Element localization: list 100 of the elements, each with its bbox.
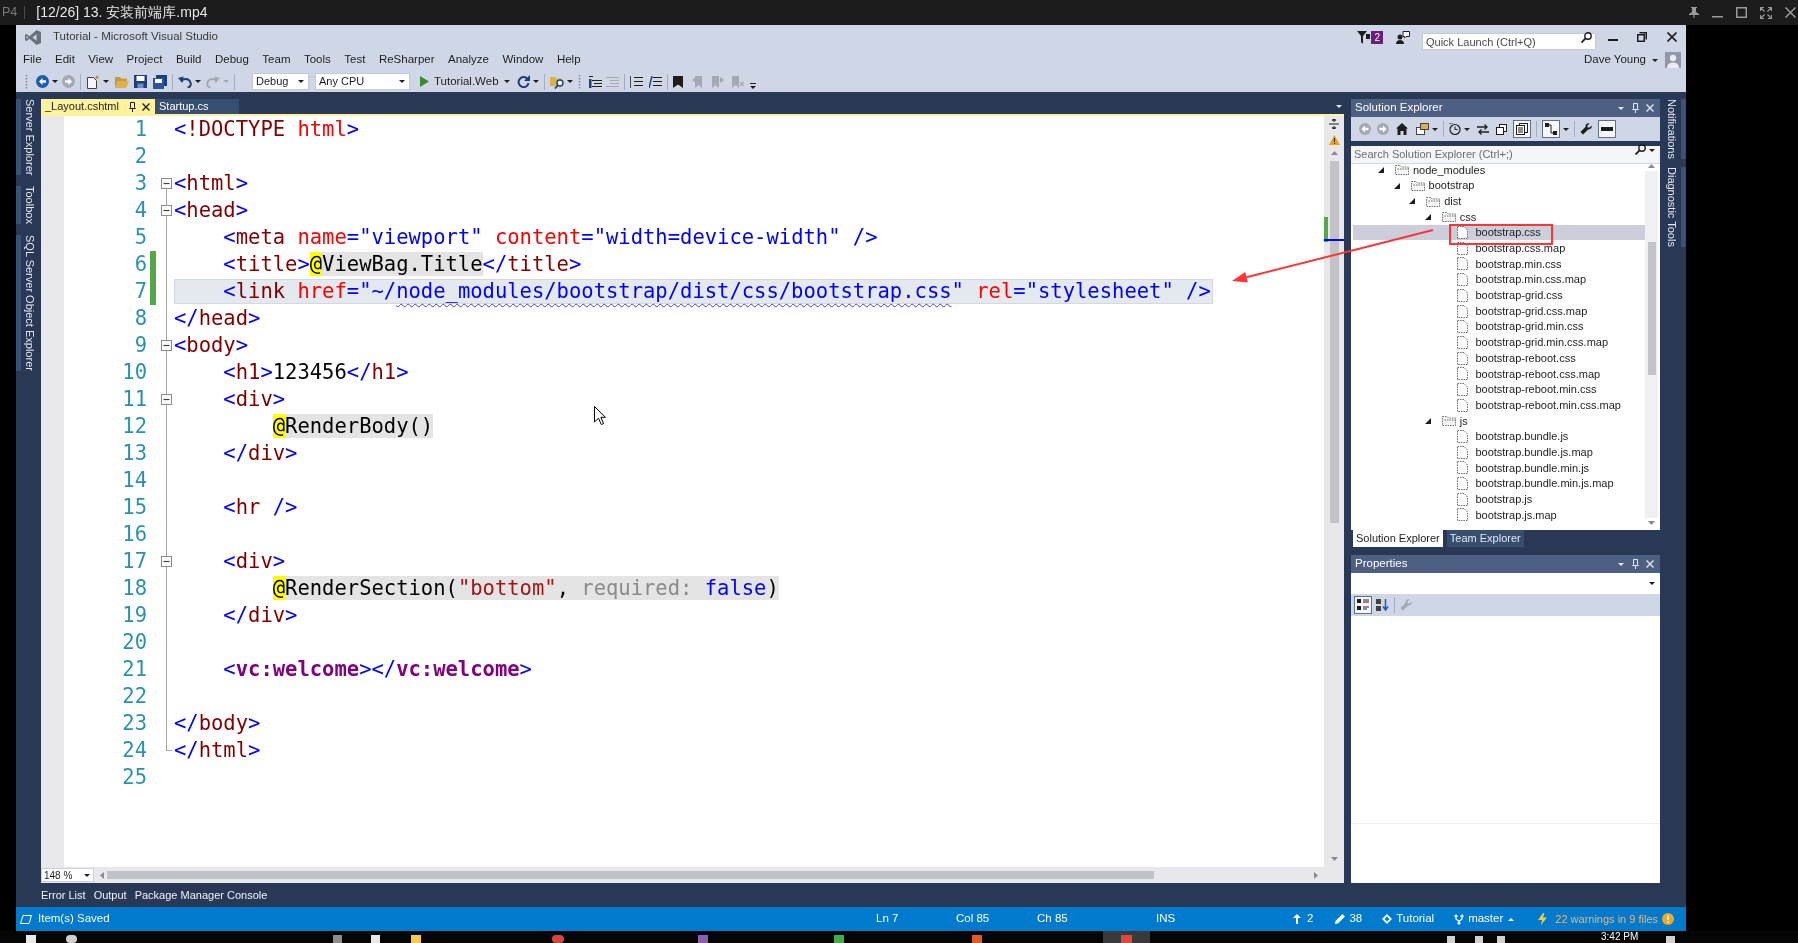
expanded-arrow-icon[interactable] bbox=[1424, 213, 1431, 220]
pin-icon[interactable] bbox=[1689, 7, 1699, 18]
menu-item[interactable]: View bbox=[88, 51, 114, 69]
caret-icon[interactable] bbox=[1563, 127, 1569, 131]
side-tab[interactable]: Diagnostic Tools bbox=[1663, 166, 1686, 247]
diamond-icon[interactable] bbox=[1382, 914, 1393, 924]
menu-item[interactable]: Analyze bbox=[448, 51, 489, 69]
fold-minus-icon[interactable] bbox=[160, 556, 172, 567]
menu-item[interactable]: Debug bbox=[214, 51, 249, 69]
toggle-button[interactable] bbox=[1513, 120, 1531, 138]
stacked-squares-icon[interactable] bbox=[1496, 123, 1507, 135]
folder-search-icon[interactable] bbox=[549, 74, 565, 89]
menu-item[interactable]: ReSharper bbox=[378, 51, 435, 69]
new-document-icon[interactable] bbox=[86, 74, 100, 89]
undo-icon[interactable] bbox=[178, 75, 192, 88]
tool-tab[interactable]: Error List bbox=[41, 886, 86, 904]
menu-item[interactable]: Window bbox=[502, 51, 544, 69]
tree-item[interactable]: bootstrap-grid.min.css.map bbox=[1353, 334, 1645, 351]
tree-item[interactable]: bootstrap.bundle.js bbox=[1353, 428, 1645, 445]
vertical-scrollbar[interactable] bbox=[1324, 116, 1344, 867]
fold-minus-icon[interactable] bbox=[160, 340, 172, 351]
scrollbar-thumb[interactable] bbox=[1647, 242, 1656, 375]
tree-item[interactable]: bootstrap-grid.css bbox=[1353, 287, 1645, 304]
tree-item[interactable]: dist bbox=[1353, 193, 1645, 210]
expanded-arrow-icon[interactable] bbox=[1409, 198, 1416, 205]
caret-icon[interactable] bbox=[1649, 149, 1655, 152]
toggle-button[interactable] bbox=[1542, 120, 1560, 138]
tree-item[interactable]: bootstrap-reboot.min.css.map bbox=[1353, 397, 1645, 413]
caret-icon[interactable] bbox=[1652, 58, 1658, 62]
branch-name[interactable]: master bbox=[1468, 910, 1504, 928]
pending-commits-count[interactable]: 2 bbox=[1307, 910, 1314, 928]
scroll-down-icon[interactable] bbox=[1330, 857, 1338, 861]
pencil-icon[interactable] bbox=[1335, 914, 1346, 924]
fold-minus-icon[interactable] bbox=[160, 205, 172, 216]
split-handle-icon[interactable] bbox=[1329, 119, 1339, 129]
caret-icon[interactable] bbox=[103, 80, 109, 83]
person-speech-bubble-icon[interactable] bbox=[1396, 30, 1410, 44]
toolbar-overflow-icon[interactable] bbox=[749, 82, 756, 89]
tree-item[interactable]: bootstrap.min.css bbox=[1353, 256, 1645, 272]
expanded-arrow-icon[interactable] bbox=[1424, 417, 1431, 424]
tool-tab[interactable]: Package Manager Console bbox=[134, 886, 268, 904]
tree-item[interactable]: bootstrap.bundle.js.map bbox=[1353, 444, 1645, 461]
caret-icon[interactable] bbox=[195, 80, 201, 83]
scrollbar-track[interactable] bbox=[1645, 171, 1658, 518]
save-icon[interactable] bbox=[134, 75, 147, 88]
filter-icon[interactable] bbox=[1357, 30, 1371, 44]
quick-launch-field[interactable]: Quick Launch (Ctrl+Q) bbox=[1422, 33, 1596, 50]
menu-item[interactable]: File bbox=[23, 51, 42, 69]
branch-icon[interactable] bbox=[1454, 913, 1465, 925]
document-tab[interactable]: _Layout.cshtml bbox=[41, 99, 155, 114]
caret-icon[interactable] bbox=[399, 80, 405, 83]
tree-item[interactable]: css bbox=[1353, 209, 1645, 225]
fold-minus-icon[interactable] bbox=[160, 394, 172, 405]
expanded-arrow-icon[interactable] bbox=[1393, 182, 1400, 189]
scroll-left-icon[interactable] bbox=[100, 871, 104, 879]
tree-item[interactable]: node_modules bbox=[1353, 162, 1645, 178]
caret-icon[interactable] bbox=[1464, 127, 1470, 131]
tree-item[interactable]: js bbox=[1353, 413, 1645, 429]
home-icon[interactable] bbox=[1396, 123, 1408, 135]
repository-name[interactable]: Tutorial bbox=[1396, 910, 1435, 928]
tree-item[interactable]: bootstrap.css bbox=[1353, 224, 1645, 241]
document-tab[interactable]: Startup.cs bbox=[155, 99, 239, 114]
menu-item[interactable]: Team bbox=[262, 51, 291, 69]
slash-lines-icon[interactable] bbox=[648, 75, 662, 88]
tree-item[interactable]: bootstrap.css.map bbox=[1353, 240, 1645, 257]
tree-item[interactable]: bootstrap.min.css.map bbox=[1353, 271, 1645, 288]
lightning-icon[interactable] bbox=[1538, 913, 1548, 925]
tree-item[interactable]: bootstrap-reboot.min.css bbox=[1353, 381, 1645, 398]
refresh-icon[interactable] bbox=[516, 75, 530, 88]
window-stack-icon[interactable] bbox=[1416, 123, 1429, 135]
start-button[interactable]: Tutorial.Web bbox=[420, 72, 510, 91]
configuration-dropdown[interactable]: Debug bbox=[252, 73, 309, 90]
menu-item[interactable]: Help bbox=[556, 51, 581, 69]
caret-icon[interactable] bbox=[52, 80, 58, 83]
clock-time[interactable]: 3:42 PM bbox=[1601, 931, 1639, 943]
search-field[interactable]: Search Solution Explorer (Ctrl+;) bbox=[1351, 145, 1660, 164]
scroll-up-icon[interactable] bbox=[1330, 151, 1338, 155]
scrollbar-thumb[interactable] bbox=[107, 871, 1154, 879]
menu-item[interactable]: Project bbox=[126, 51, 163, 69]
tree-item[interactable]: bootstrap bbox=[1353, 177, 1645, 194]
pending-changes-count[interactable]: 38 bbox=[1349, 910, 1363, 928]
side-tab[interactable]: Notifications bbox=[1663, 99, 1686, 159]
fold-minus-icon[interactable] bbox=[160, 178, 172, 189]
caret-icon[interactable] bbox=[1649, 582, 1655, 585]
zoom-dropdown[interactable]: 148 % bbox=[41, 868, 94, 882]
swap-arrows-icon[interactable] bbox=[1477, 123, 1489, 135]
menu-item[interactable]: Edit bbox=[55, 51, 75, 69]
caret-icon[interactable] bbox=[84, 873, 90, 877]
toggle-button[interactable] bbox=[1598, 120, 1616, 138]
tree-item[interactable]: bootstrap.js bbox=[1353, 491, 1645, 508]
taskbar-button[interactable] bbox=[1103, 931, 1150, 943]
tree-item[interactable]: bootstrap-grid.min.css bbox=[1353, 318, 1645, 335]
menu-item[interactable]: Build bbox=[175, 51, 202, 69]
scroll-right-icon[interactable] bbox=[1314, 871, 1318, 879]
indent-lines-icon[interactable] bbox=[588, 75, 602, 88]
wrench-icon[interactable] bbox=[1580, 123, 1592, 135]
close-icon[interactable] bbox=[142, 102, 150, 111]
toggle-button[interactable] bbox=[1354, 596, 1372, 614]
tree-item[interactable]: bootstrap.bundle.min.js.map bbox=[1353, 475, 1645, 492]
tree-item[interactable]: bootstrap.js.map bbox=[1353, 507, 1645, 523]
